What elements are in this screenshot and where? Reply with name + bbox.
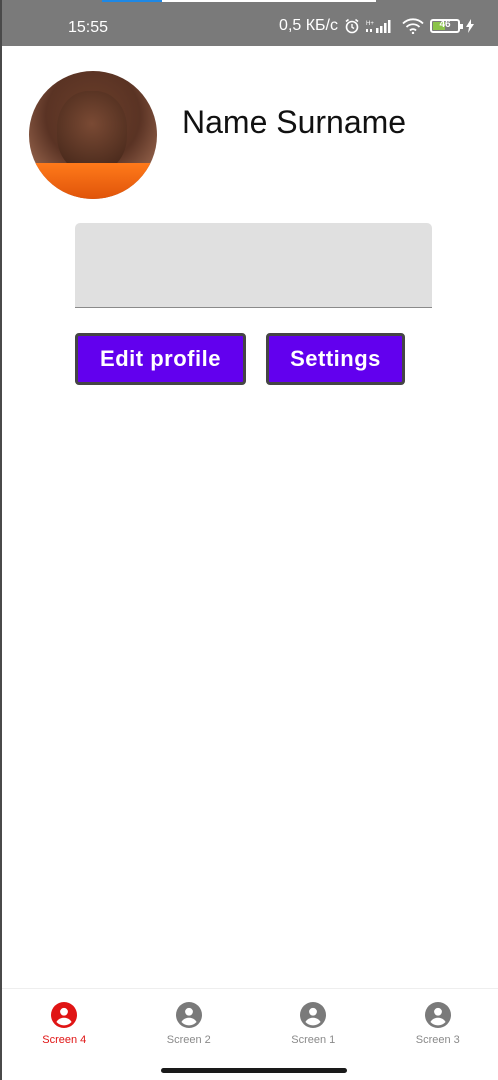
avatar-face: [57, 91, 127, 173]
status-time: 15:55: [68, 19, 109, 36]
nav-label: Screen 2: [166, 1034, 211, 1046]
avatar: [29, 71, 157, 199]
status-bar: 15:55 0,5 КБ/с H+ 46: [2, 0, 498, 46]
profile-text-field[interactable]: [75, 223, 432, 308]
charging-icon: [466, 19, 474, 33]
status-top-line: [102, 0, 376, 2]
svg-text:H+: H+: [366, 21, 374, 27]
settings-button[interactable]: Settings: [266, 333, 405, 385]
battery-icon: 46: [430, 19, 463, 33]
account-circle-icon: [51, 1002, 78, 1028]
alarm-icon: [345, 18, 359, 34]
nav-item-screen-3[interactable]: Screen 3: [376, 989, 498, 1054]
nav-label: Screen 1: [291, 1034, 336, 1046]
nav-item-screen-4[interactable]: Screen 4: [2, 989, 127, 1054]
home-indicator[interactable]: [161, 1068, 347, 1073]
bottom-navigation: Screen 4 Screen 2 Screen 1 Screen 3: [2, 988, 498, 1054]
nav-label: Screen 3: [415, 1034, 460, 1046]
wifi-icon: [402, 18, 424, 34]
battery-level: 46: [439, 19, 451, 30]
edit-profile-button[interactable]: Edit profile: [75, 333, 246, 385]
account-circle-icon: [424, 1002, 451, 1028]
account-circle-icon: [175, 1002, 202, 1028]
avatar-shirt: [29, 163, 157, 199]
nav-label: Screen 4: [42, 1034, 87, 1046]
status-indicators: 0,5 КБ/с H+ 46: [279, 17, 474, 35]
profile-name: Name Surname: [182, 104, 407, 140]
account-circle-icon: [300, 1002, 327, 1028]
network-speed: 0,5 КБ/с: [279, 17, 338, 34]
app-screen: 15:55 0,5 КБ/с H+ 46 Name Surname Edit p…: [0, 0, 498, 1080]
signal-icon: H+: [366, 20, 391, 33]
nav-item-screen-1[interactable]: Screen 1: [251, 989, 376, 1054]
nav-item-screen-2[interactable]: Screen 2: [127, 989, 252, 1054]
